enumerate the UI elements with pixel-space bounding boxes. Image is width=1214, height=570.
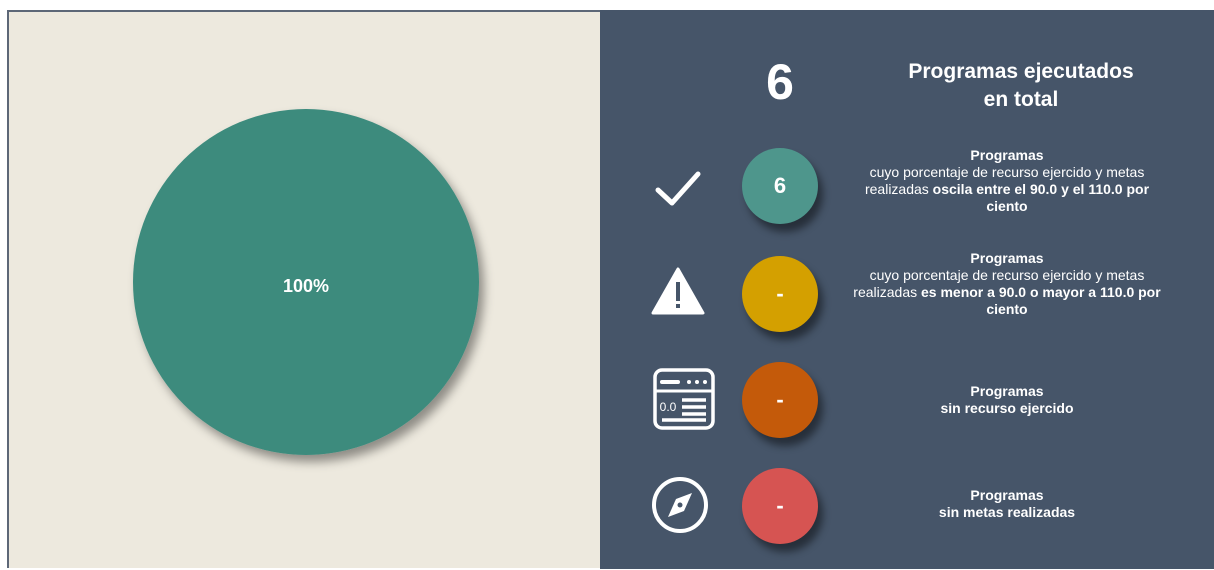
row-text-no-goals: Programas sin metas realizadas (844, 487, 1170, 521)
budget-icon-label: 0.0 (660, 400, 677, 414)
count-circle-no-spend: - (742, 362, 818, 438)
pie-chart: 100% (133, 109, 479, 455)
budget-window-icon: 0.0 (653, 368, 715, 430)
count-circle-no-goals: - (742, 468, 818, 544)
pie-slice-label: 100% (283, 276, 329, 296)
row-text-out-of-range: Programas cuyo porcentaje de recurso eje… (844, 250, 1170, 318)
summary-panel: 6 Programas ejecutados en total 6 Progra… (600, 10, 1214, 569)
compass-icon (652, 477, 708, 533)
count-circle-in-range: 6 (742, 148, 818, 224)
count-circle-out-of-range: - (742, 256, 818, 332)
total-programs-title: Programas ejecutados en total (858, 58, 1184, 114)
total-programs-count: 6 (766, 54, 794, 110)
row-description-bold: es menor a 90.0 o mayor a 110.0 por cien… (921, 284, 1161, 317)
check-icon (655, 171, 701, 206)
row-heading: Programas (970, 250, 1044, 266)
row-heading: Programas (970, 487, 1044, 503)
row-description-bold: oscila entre el 90.0 y el 110.0 por cien… (932, 181, 1150, 214)
warning-icon (651, 267, 705, 315)
total-title-line1: Programas ejecutados (908, 60, 1134, 83)
row-description-bold: sin recurso ejercido (940, 400, 1074, 416)
chart-panel: 100% (7, 10, 600, 568)
row-description-bold: sin metas realizadas (938, 504, 1076, 520)
total-title-line2: en total (983, 88, 1059, 111)
row-text-no-spend: Programas sin recurso ejercido (844, 383, 1170, 417)
row-text-in-range: Programas cuyo porcentaje de recurso eje… (844, 147, 1170, 215)
row-heading: Programas (970, 383, 1044, 399)
row-heading: Programas (970, 147, 1044, 163)
